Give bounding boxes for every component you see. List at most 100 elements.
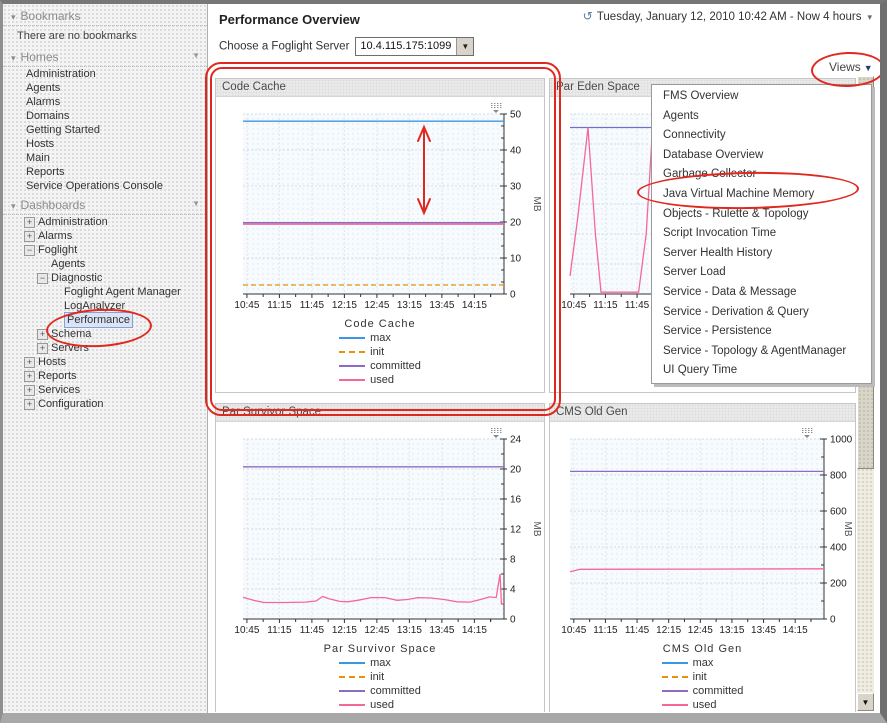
svg-text:4: 4 bbox=[510, 585, 516, 596]
tree-item-alarms[interactable]: +Alarms bbox=[3, 229, 207, 243]
tree-item-label: Performance bbox=[64, 312, 133, 328]
sidebar-item-administration[interactable]: Administration bbox=[3, 67, 207, 81]
server-select[interactable]: 10.4.115.175:1099 ▼ bbox=[355, 37, 474, 56]
legend-entry-committed: committed bbox=[339, 359, 421, 373]
legend-entry-max: max bbox=[339, 656, 421, 670]
svg-text:13:45: 13:45 bbox=[751, 625, 776, 636]
section-filter-icon[interactable]: ▼ bbox=[192, 199, 200, 208]
section-filter-icon[interactable]: ▼ bbox=[192, 51, 200, 60]
menu-item-objects-rulette-topology[interactable]: Objects - Rulette & Topology bbox=[652, 205, 871, 225]
legend-entry-label: committed bbox=[370, 685, 421, 697]
tree-item-label: Agents bbox=[51, 257, 85, 271]
menu-item-connectivity[interactable]: Connectivity bbox=[652, 126, 871, 146]
menu-item-server-health-history[interactable]: Server Health History bbox=[652, 244, 871, 264]
expand-icon[interactable]: + bbox=[24, 231, 35, 242]
svg-text:12:45: 12:45 bbox=[364, 625, 389, 636]
collapse-icon[interactable]: − bbox=[37, 273, 48, 284]
views-button[interactable]: Views▼ bbox=[829, 60, 873, 74]
menu-item-script-invocation-time[interactable]: Script Invocation Time bbox=[652, 224, 871, 244]
legend-rows: maxinitcommittedused bbox=[662, 656, 744, 712]
tree-item-performance[interactable]: Performance bbox=[3, 313, 207, 327]
menu-item-garbage-collector[interactable]: Garbage Collector bbox=[652, 165, 871, 185]
scrollbar-down-button[interactable]: ▼ bbox=[857, 693, 874, 711]
server-chooser-row: Choose a Foglight Server 10.4.115.175:10… bbox=[219, 37, 474, 56]
table-view-icon[interactable] bbox=[490, 100, 502, 118]
bookmarks-section-title: Bookmarks bbox=[21, 9, 81, 23]
sidebar-item-main[interactable]: Main bbox=[3, 151, 207, 165]
time-refresh-icon: ↺ bbox=[583, 9, 593, 23]
legend-entry-init: init bbox=[662, 670, 744, 684]
tree-item-foglight-agent-manager[interactable]: Foglight Agent Manager bbox=[3, 285, 207, 299]
tree-item-label: Schema bbox=[51, 327, 91, 341]
tree-item-label: Hosts bbox=[38, 355, 66, 369]
tree-item-hosts[interactable]: +Hosts bbox=[3, 355, 207, 369]
sidebar-item-hosts[interactable]: Hosts bbox=[3, 137, 207, 151]
tree-item-services[interactable]: +Services bbox=[3, 383, 207, 397]
legend-entry-label: committed bbox=[693, 685, 744, 697]
sidebar-item-domains[interactable]: Domains bbox=[3, 109, 207, 123]
tree-item-diagnostic[interactable]: −Diagnostic bbox=[3, 271, 207, 285]
expand-icon[interactable]: + bbox=[24, 371, 35, 382]
expand-icon[interactable]: + bbox=[37, 343, 48, 354]
table-view-icon[interactable] bbox=[490, 425, 502, 443]
menu-item-server-load[interactable]: Server Load bbox=[652, 263, 871, 283]
menu-item-agents[interactable]: Agents bbox=[652, 107, 871, 127]
legend-entry-label: init bbox=[370, 346, 384, 358]
menu-item-service-topology-agentmanager[interactable]: Service - Topology & AgentManager bbox=[652, 342, 871, 362]
chart-legend-par-survivor-space: Par Survivor Spacemaxinitcommittedused bbox=[216, 643, 544, 712]
tree-item-servers[interactable]: +Servers bbox=[3, 341, 207, 355]
sidebar-item-service-operations-console[interactable]: Service Operations Console bbox=[3, 179, 207, 193]
svg-text:8: 8 bbox=[510, 555, 516, 566]
svg-text:14:15: 14:15 bbox=[783, 625, 808, 636]
svg-text:MB: MB bbox=[842, 522, 853, 537]
menu-item-database-overview[interactable]: Database Overview bbox=[652, 146, 871, 166]
bookmarks-section-header[interactable]: ▾Bookmarks bbox=[3, 6, 207, 26]
tree-item-agents[interactable]: Agents bbox=[3, 257, 207, 271]
expand-icon[interactable]: + bbox=[24, 357, 35, 368]
menu-item-ui-query-time[interactable]: UI Query Time bbox=[652, 361, 871, 381]
tree-item-foglight[interactable]: −Foglight bbox=[3, 243, 207, 257]
expand-icon[interactable]: + bbox=[24, 217, 35, 228]
sidebar-item-agents[interactable]: Agents bbox=[3, 81, 207, 95]
expand-icon[interactable]: + bbox=[24, 399, 35, 410]
legend-line-sample bbox=[662, 676, 688, 678]
tree-item-configuration[interactable]: +Configuration bbox=[3, 397, 207, 411]
homes-section-header[interactable]: ▾Homes ▼ bbox=[3, 47, 207, 67]
menu-item-service-persistence[interactable]: Service - Persistence bbox=[652, 322, 871, 342]
legend-entry-label: used bbox=[693, 699, 717, 711]
legend-line-sample bbox=[339, 379, 365, 381]
svg-text:12: 12 bbox=[510, 525, 522, 536]
tree-item-schema[interactable]: +Schema bbox=[3, 327, 207, 341]
menu-item-service-data-message[interactable]: Service - Data & Message bbox=[652, 283, 871, 303]
dashboards-section-header[interactable]: ▾Dashboards ▼ bbox=[3, 195, 207, 215]
svg-text:11:15: 11:15 bbox=[267, 625, 292, 636]
legend-title: Code Cache bbox=[216, 318, 544, 330]
expand-icon[interactable]: + bbox=[24, 385, 35, 396]
sidebar-item-reports[interactable]: Reports bbox=[3, 165, 207, 179]
menu-item-fms-overview[interactable]: FMS Overview bbox=[652, 87, 871, 107]
tree-item-reports[interactable]: +Reports bbox=[3, 369, 207, 383]
time-range-control[interactable]: ↺Tuesday, January 12, 2010 10:42 AM - No… bbox=[583, 9, 872, 23]
svg-text:10: 10 bbox=[510, 254, 522, 265]
svg-text:16: 16 bbox=[510, 495, 522, 506]
legend-entry-label: init bbox=[693, 671, 707, 683]
app-window: ▾Bookmarks There are no bookmarks ▾Homes… bbox=[0, 0, 887, 723]
expand-icon[interactable]: + bbox=[37, 329, 48, 340]
svg-text:MB: MB bbox=[531, 522, 542, 537]
server-select-arrow-button[interactable]: ▼ bbox=[456, 38, 473, 55]
menu-item-service-derivation-query[interactable]: Service - Derivation & Query bbox=[652, 303, 871, 323]
bookmarks-empty-text: There are no bookmarks bbox=[3, 26, 207, 45]
table-view-icon[interactable] bbox=[801, 425, 813, 443]
tree-item-label: Administration bbox=[38, 215, 108, 229]
chart-title-code-cache: Code Cache bbox=[216, 79, 544, 97]
menu-item-java-virtual-machine-memory[interactable]: Java Virtual Machine Memory bbox=[652, 185, 871, 205]
svg-text:11:45: 11:45 bbox=[300, 300, 325, 311]
tree-item-loganalyzer[interactable]: LogAnalyzer bbox=[3, 299, 207, 313]
sidebar-item-getting-started[interactable]: Getting Started bbox=[3, 123, 207, 137]
svg-text:14:15: 14:15 bbox=[462, 625, 487, 636]
tree-item-administration[interactable]: +Administration bbox=[3, 215, 207, 229]
legend-line-sample bbox=[662, 704, 688, 706]
sidebar-item-alarms[interactable]: Alarms bbox=[3, 95, 207, 109]
views-button-label: Views bbox=[829, 60, 861, 74]
collapse-icon[interactable]: − bbox=[24, 245, 35, 256]
